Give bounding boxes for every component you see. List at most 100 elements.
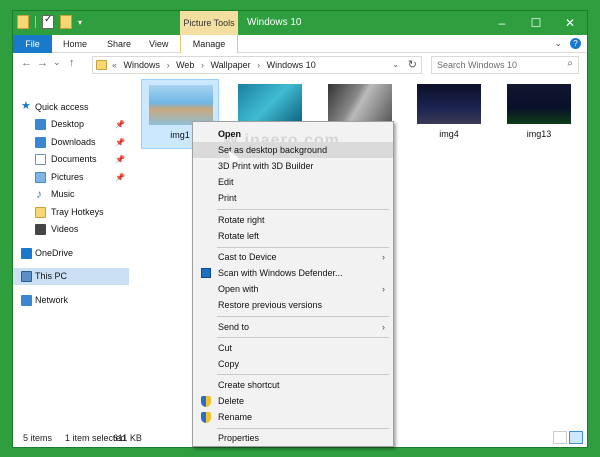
file-name: img4	[439, 129, 459, 139]
menu-item-scan-defender[interactable]: Scan with Windows Defender...	[193, 265, 393, 281]
menu-item-cast-to-device[interactable]: Cast to Device ›	[193, 249, 393, 265]
breadcrumb-separator-icon[interactable]: ›	[201, 60, 204, 70]
window-title: Windows 10	[247, 17, 302, 28]
menu-item-delete[interactable]: Delete	[193, 393, 393, 409]
menu-item-rename[interactable]: Rename	[193, 409, 393, 425]
menu-item-send-to[interactable]: Send to ›	[193, 319, 393, 335]
maximize-button[interactable]: ☐	[519, 11, 553, 35]
new-folder-icon[interactable]	[60, 15, 72, 29]
recent-locations-icon[interactable]: ⌄	[53, 57, 61, 68]
help-icon[interactable]: ?	[570, 38, 581, 49]
windows-defender-icon	[201, 268, 211, 278]
breadcrumb-separator-icon[interactable]: ›	[257, 60, 260, 70]
menu-item-cut[interactable]: Cut	[193, 340, 393, 356]
folder-icon	[35, 207, 46, 218]
star-icon: ★	[21, 100, 31, 112]
nav-item-desktop[interactable]: Desktop 📌	[13, 116, 129, 133]
menu-item-rotate-right[interactable]: Rotate right	[193, 212, 393, 228]
breadcrumb-wallpaper[interactable]: Wallpaper	[210, 60, 250, 70]
shield-icon	[201, 396, 211, 407]
file-item-img13[interactable]: img13	[500, 79, 578, 149]
title-bar: ▾ Picture Tools Windows 10 – ☐ ✕	[13, 11, 587, 35]
menu-item-copy[interactable]: Copy	[193, 356, 393, 372]
nav-item-label: Pictures	[51, 172, 84, 182]
tab-file[interactable]: File	[13, 35, 52, 53]
onedrive-icon	[21, 248, 32, 259]
nav-item-label: Downloads	[51, 137, 96, 147]
breadcrumb-separator-icon[interactable]: ›	[167, 60, 170, 70]
menu-separator	[217, 316, 389, 317]
menu-item-label: Edit	[218, 177, 234, 187]
search-input[interactable]: Search Windows 10 ⌕	[431, 56, 579, 74]
breadcrumb-web[interactable]: Web	[176, 60, 194, 70]
nav-item-downloads[interactable]: Downloads 📌	[13, 134, 129, 151]
network-icon	[21, 295, 32, 306]
nav-item-pictures[interactable]: Pictures 📌	[13, 169, 129, 186]
folder-icon	[17, 15, 29, 29]
nav-item-label: OneDrive	[35, 248, 74, 258]
submenu-arrow-icon: ›	[382, 252, 385, 262]
nav-item-videos[interactable]: Videos	[13, 221, 129, 238]
pin-icon[interactable]: 📌	[115, 116, 125, 133]
breadcrumb-windows[interactable]: Windows	[124, 60, 161, 70]
pin-icon[interactable]: 📌	[115, 151, 125, 168]
menu-item-rotate-left[interactable]: Rotate left	[193, 228, 393, 244]
address-dropdown-icon[interactable]: ⌄	[392, 60, 399, 69]
image-thumbnail	[149, 85, 213, 125]
menu-item-restore-versions[interactable]: Restore previous versions	[193, 297, 393, 313]
search-placeholder: Search Windows 10	[437, 60, 518, 70]
nav-item-tray-hotkeys[interactable]: Tray Hotkeys	[13, 204, 129, 221]
menu-item-create-shortcut[interactable]: Create shortcut	[193, 377, 393, 393]
nav-item-music[interactable]: ♪ Music	[13, 186, 129, 203]
tab-share[interactable]: Share	[101, 35, 137, 53]
menu-item-set-desktop-background[interactable]: Set as desktop background	[193, 142, 393, 158]
breadcrumb-windows-10[interactable]: Windows 10	[267, 60, 316, 70]
menu-separator	[217, 209, 389, 210]
search-icon[interactable]: ⌕	[567, 58, 573, 69]
qat-dropdown-icon[interactable]: ▾	[78, 18, 82, 27]
address-bar[interactable]: « Windows › Web › Wallpaper › Windows 10…	[92, 56, 422, 74]
file-item-img4[interactable]: img4	[410, 79, 488, 149]
folder-icon	[96, 60, 107, 70]
pin-icon[interactable]: 📌	[115, 169, 125, 186]
expand-ribbon-icon[interactable]: ⌄	[554, 38, 562, 49]
image-thumbnail	[507, 84, 571, 124]
ribbon-tabs: File Home Share View Manage ⌄ ?	[13, 35, 587, 53]
picture-tools-header: Picture Tools	[180, 11, 238, 35]
back-arrow-icon[interactable]: ←	[21, 57, 32, 69]
menu-item-label: Properties	[218, 433, 260, 443]
menu-item-print[interactable]: Print	[193, 190, 393, 206]
nav-item-documents[interactable]: Documents 📌	[13, 151, 129, 168]
nav-item-this-pc[interactable]: This PC	[13, 268, 129, 285]
minimize-button[interactable]: –	[485, 11, 519, 35]
documents-icon	[35, 154, 46, 165]
forward-arrow-icon[interactable]: →	[37, 57, 48, 69]
tab-view[interactable]: View	[143, 35, 174, 53]
menu-separator	[217, 247, 389, 248]
menu-item-label: Cut	[218, 343, 233, 353]
properties-icon[interactable]	[42, 14, 54, 29]
up-arrow-icon[interactable]: ↑	[69, 57, 75, 69]
navigation-pane: ★ Quick access Desktop 📌 Downloads 📌 Doc…	[13, 77, 129, 427]
menu-item-edit[interactable]: Edit	[193, 174, 393, 190]
details-view-icon[interactable]	[553, 431, 567, 444]
tab-manage[interactable]: Manage	[180, 35, 238, 53]
menu-item-open[interactable]: Open	[193, 126, 393, 142]
large-icons-view-icon[interactable]	[569, 431, 583, 444]
menu-item-3d-print[interactable]: 3D Print with 3D Builder	[193, 158, 393, 174]
nav-item-quick-access[interactable]: ★ Quick access	[13, 99, 129, 116]
breadcrumb-overflow-icon[interactable]: «	[112, 60, 117, 70]
shield-icon	[201, 412, 211, 423]
tab-home[interactable]: Home	[57, 35, 93, 53]
menu-item-open-with[interactable]: Open with ›	[193, 281, 393, 297]
close-button[interactable]: ✕	[553, 11, 587, 35]
menu-item-label: Restore previous versions	[218, 300, 323, 310]
nav-item-onedrive[interactable]: OneDrive	[13, 245, 129, 262]
nav-item-label: Documents	[51, 154, 97, 164]
menu-item-label: Rotate left	[218, 231, 260, 241]
music-icon: ♪	[36, 187, 42, 201]
nav-item-network[interactable]: Network	[13, 292, 129, 309]
menu-item-properties[interactable]: Properties	[193, 430, 393, 446]
pin-icon[interactable]: 📌	[115, 134, 125, 151]
refresh-icon[interactable]: ↻	[408, 58, 417, 71]
